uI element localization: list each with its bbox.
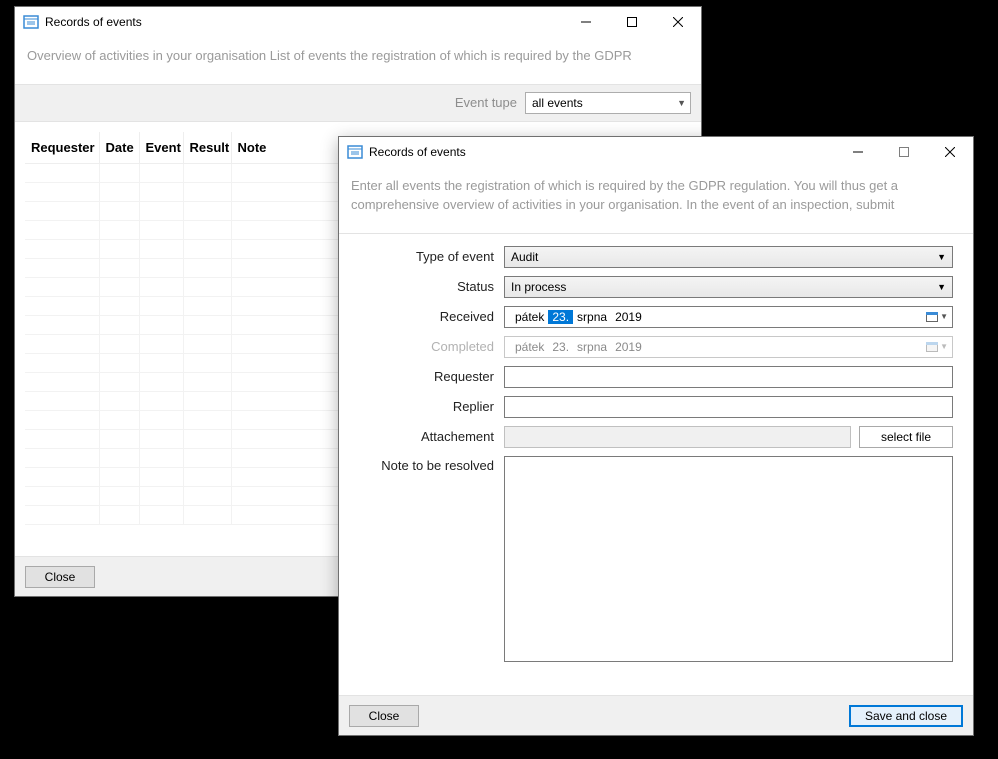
- type-of-event-dropdown[interactable]: Audit ▼: [504, 246, 953, 268]
- received-year: 2019: [611, 310, 646, 324]
- requester-label: Requester: [359, 369, 494, 384]
- calendar-icon: ▼: [926, 341, 948, 352]
- col-result[interactable]: Result: [183, 132, 231, 164]
- window-title: Records of events: [369, 145, 466, 159]
- subtitle-text: Overview of activities in your organisat…: [15, 37, 701, 84]
- close-button[interactable]: Close: [349, 705, 419, 727]
- completed-dow: pátek: [511, 340, 548, 354]
- status-label: Status: [359, 279, 494, 294]
- received-dow: pátek: [511, 310, 548, 324]
- received-label: Received: [359, 309, 494, 324]
- received-month: srpna: [573, 310, 611, 324]
- chevron-down-icon: ▼: [937, 282, 946, 292]
- type-of-event-label: Type of event: [359, 249, 494, 264]
- col-event[interactable]: Event: [139, 132, 183, 164]
- col-date[interactable]: Date: [99, 132, 139, 164]
- completed-month: srpna: [573, 340, 611, 354]
- completed-year: 2019: [611, 340, 646, 354]
- calendar-icon[interactable]: ▼: [926, 311, 948, 322]
- app-icon: [347, 144, 363, 160]
- event-form-window: Records of events Enter all events the r…: [338, 136, 974, 736]
- note-textarea[interactable]: [504, 456, 953, 662]
- maximize-button[interactable]: [609, 7, 655, 37]
- event-type-filter[interactable]: all events ▼: [525, 92, 691, 114]
- titlebar-front: Records of events: [339, 137, 973, 167]
- completed-datepicker: pátek 23. srpna 2019 ▼: [504, 336, 953, 358]
- received-day: 23.: [548, 310, 573, 324]
- status-value: In process: [511, 280, 566, 294]
- select-file-button[interactable]: select file: [859, 426, 953, 448]
- chevron-down-icon: ▼: [677, 98, 686, 108]
- maximize-button: [881, 137, 927, 167]
- completed-day: 23.: [548, 340, 573, 354]
- requester-input[interactable]: [504, 366, 953, 388]
- chevron-down-icon: ▼: [937, 252, 946, 262]
- save-and-close-button[interactable]: Save and close: [849, 705, 963, 727]
- app-icon: [23, 14, 39, 30]
- replier-input[interactable]: [504, 396, 953, 418]
- note-label: Note to be resolved: [359, 456, 494, 473]
- filter-label: Event tupe: [455, 95, 517, 110]
- status-dropdown[interactable]: In process ▼: [504, 276, 953, 298]
- titlebar-back: Records of events: [15, 7, 701, 37]
- close-window-button[interactable]: [655, 7, 701, 37]
- close-window-button[interactable]: [927, 137, 973, 167]
- subtitle-text: Enter all events the registration of whi…: [339, 167, 973, 234]
- filter-toolbar: Event tupe all events ▼: [15, 84, 701, 122]
- col-requester[interactable]: Requester: [25, 132, 99, 164]
- received-datepicker[interactable]: pátek 23. srpna 2019 ▼: [504, 306, 953, 328]
- footer-front: Close Save and close: [339, 695, 973, 735]
- filter-value: all events: [532, 96, 583, 110]
- completed-label: Completed: [359, 339, 494, 354]
- replier-label: Replier: [359, 399, 494, 414]
- type-of-event-value: Audit: [511, 250, 538, 264]
- close-button[interactable]: Close: [25, 566, 95, 588]
- attachment-label: Attachement: [359, 429, 494, 444]
- minimize-button[interactable]: [563, 7, 609, 37]
- minimize-button[interactable]: [835, 137, 881, 167]
- event-form: Type of event Audit ▼ Status In process …: [339, 234, 973, 690]
- window-title: Records of events: [45, 15, 142, 29]
- attachment-path: [504, 426, 851, 448]
